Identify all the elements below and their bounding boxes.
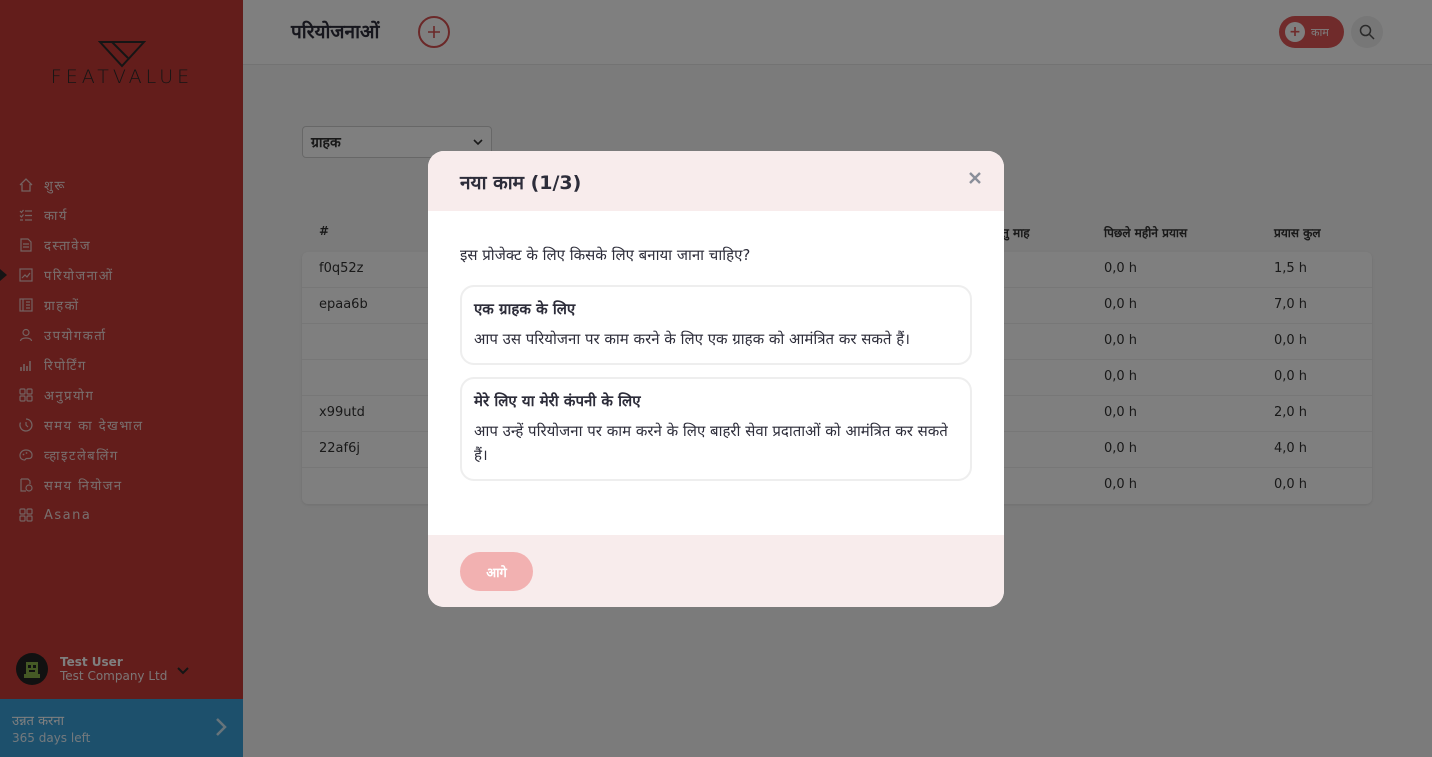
option-title: मेरे लिए या मेरी कंपनी के लिए	[474, 392, 641, 410]
modal-header: नया काम (1/3)	[428, 151, 1004, 211]
next-button[interactable]: आगे	[460, 552, 533, 591]
option-for-me-or-company[interactable]: मेरे लिए या मेरी कंपनी के लिए आप उन्हें …	[460, 377, 972, 481]
modal-question: इस प्रोजेक्ट के लिए किसके लिए बनाया जाना…	[460, 246, 751, 264]
option-description: आप उस परियोजना पर काम करने के लिए एक ग्र…	[474, 330, 910, 348]
modal-footer: आगे	[428, 535, 1004, 607]
modal-title: नया काम (1/3)	[460, 172, 582, 194]
close-button[interactable]	[964, 167, 986, 189]
close-icon	[969, 172, 981, 184]
new-task-modal: नया काम (1/3) इस प्रोजेक्ट के लिए किसके …	[428, 151, 1004, 607]
option-description: आप उन्हें परियोजना पर काम करने के लिए बा…	[474, 422, 948, 464]
modal-body: इस प्रोजेक्ट के लिए किसके लिए बनाया जाना…	[428, 211, 1004, 481]
option-for-client[interactable]: एक ग्राहक के लिए आप उस परियोजना पर काम क…	[460, 285, 972, 365]
option-title: एक ग्राहक के लिए	[474, 300, 576, 318]
